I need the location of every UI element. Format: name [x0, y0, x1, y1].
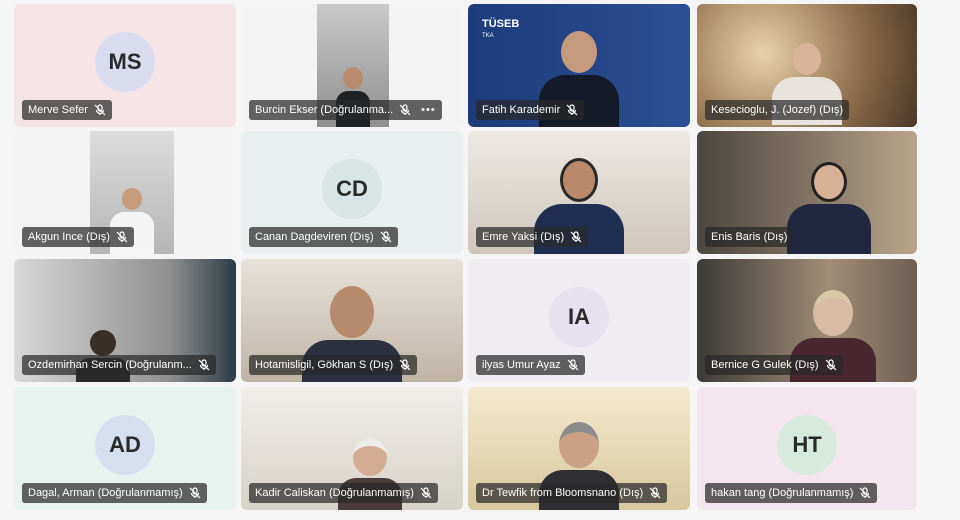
participant-tile-akgun-ince[interactable]: Akgun Ince (Dış) — [14, 131, 236, 254]
more-options-icon[interactable]: ••• — [421, 100, 436, 120]
participant-name: Hotamisligil, Gökhan S (Dış) — [255, 359, 394, 371]
participant-name-label: Fatih Karademir — [476, 100, 585, 120]
participant-name: Dr Tewfik from Bloomsnano (Dış) — [482, 487, 644, 499]
participant-tile-hakan-tang[interactable]: HT hakan tang (Doğrulanmamış) — [697, 387, 917, 510]
participant-tile-burcin-ekser[interactable]: Burcin Ekser (Doğrulanma... ••• — [241, 4, 463, 127]
mic-off-icon — [570, 231, 582, 243]
participant-name-label: Canan Dagdeviren (Dış) — [249, 227, 398, 247]
mic-off-icon — [189, 487, 201, 499]
participant-name-label: Ozdemirhan Sercin (Doğrulanm... — [22, 355, 216, 375]
participant-tile-merve-sefer[interactable]: MS Merve Sefer — [14, 4, 236, 127]
mic-off-icon — [859, 487, 871, 499]
participant-tile-kesecioglu[interactable]: Kesecioglu, J. (Jozef) (Dış) — [697, 4, 917, 127]
participant-name-label: hakan tang (Doğrulanmamış) — [705, 483, 878, 503]
participant-name: Burcin Ekser (Doğrulanma... — [255, 104, 394, 116]
avatar: CD — [322, 158, 382, 219]
participant-name-label: Dagal, Arman (Doğrulanmamış) — [22, 483, 207, 503]
participant-tile-canan-dagdeviren[interactable]: CD Canan Dagdeviren (Dış) — [241, 131, 463, 254]
participant-tile-fatih-karademir[interactable]: TÜSEB TKA Fatih Karademir — [468, 4, 690, 127]
avatar: AD — [95, 414, 155, 475]
participant-name-label: ilyas Umur Ayaz — [476, 355, 585, 375]
mic-off-icon — [399, 104, 411, 116]
participant-name: Bernice G Gulek (Dış) — [711, 359, 819, 371]
video-feed — [787, 162, 871, 254]
participant-name: Merve Sefer — [28, 104, 88, 116]
participant-tile-kadir-caliskan[interactable]: Kadir Caliskan (Doğrulanmamış) — [241, 387, 463, 510]
participant-tile-enis-baris[interactable]: Enis Baris (Dış) — [697, 131, 917, 254]
participant-name: ilyas Umur Ayaz — [482, 359, 561, 371]
mic-off-icon — [420, 487, 432, 499]
mic-off-icon — [116, 231, 128, 243]
participant-name-label: Hotamisligil, Gökhan S (Dış) — [249, 355, 418, 375]
mic-off-icon — [825, 359, 837, 371]
participant-tile-ozdemirhan-sercin[interactable]: Ozdemirhan Sercin (Doğrulanm... — [14, 259, 236, 382]
participant-name: Kesecioglu, J. (Jozef) (Dış) — [711, 104, 844, 116]
participant-name-label: Dr Tewfik from Bloomsnano (Dış) — [476, 483, 668, 503]
participant-name-label: Bernice G Gulek (Dış) — [705, 355, 843, 375]
mic-off-icon — [567, 359, 579, 371]
participant-name: Kadir Caliskan (Doğrulanmamış) — [255, 487, 414, 499]
avatar: HT — [777, 414, 837, 475]
participant-tile-dr-tewfik[interactable]: Dr Tewfik from Bloomsnano (Dış) — [468, 387, 690, 510]
participant-name: Emre Yaksi (Dış) — [482, 231, 565, 243]
mic-off-icon — [566, 104, 578, 116]
participant-name: Dagal, Arman (Doğrulanmamış) — [28, 487, 183, 499]
participant-tile-dagal-arman[interactable]: AD Dagal, Arman (Doğrulanmamış) — [14, 387, 236, 510]
avatar: MS — [95, 31, 155, 92]
mic-off-icon — [94, 104, 106, 116]
mic-off-icon — [649, 487, 661, 499]
avatar: IA — [549, 286, 609, 347]
participant-name-label: Akgun Ince (Dış) — [22, 227, 134, 247]
mic-off-icon — [380, 231, 392, 243]
participant-name: Canan Dagdeviren (Dış) — [255, 231, 374, 243]
participant-tile-hotamisligil[interactable]: Hotamisligil, Gökhan S (Dış) — [241, 259, 463, 382]
participant-name: Enis Baris (Dış) — [711, 231, 788, 243]
participant-name: Akgun Ince (Dış) — [28, 231, 110, 243]
participant-tile-emre-yaksi[interactable]: Emre Yaksi (Dış) — [468, 131, 690, 254]
participant-name: Ozdemirhan Sercin (Doğrulanm... — [28, 359, 192, 371]
participant-tile-bernice-gulek[interactable]: Bernice G Gulek (Dış) — [697, 259, 917, 382]
participant-name: Fatih Karademir — [482, 104, 561, 116]
participant-tile-ilyas-umur-ayaz[interactable]: IA ilyas Umur Ayaz — [468, 259, 690, 382]
tuseb-logo: TÜSEB TKA — [482, 18, 520, 39]
participant-name-label: Kesecioglu, J. (Jozef) (Dış) — [705, 100, 850, 120]
participant-name-label: Kadir Caliskan (Doğrulanmamış) — [249, 483, 438, 503]
participant-name-label: Burcin Ekser (Doğrulanma... ••• — [249, 100, 442, 120]
participant-name-label: Merve Sefer — [22, 100, 112, 120]
participant-name-label: Enis Baris (Dış) — [705, 227, 794, 247]
mic-off-icon — [399, 359, 411, 371]
participant-name: hakan tang (Doğrulanmamış) — [711, 487, 854, 499]
participant-name-label: Emre Yaksi (Dış) — [476, 227, 589, 247]
mic-off-icon — [198, 359, 210, 371]
